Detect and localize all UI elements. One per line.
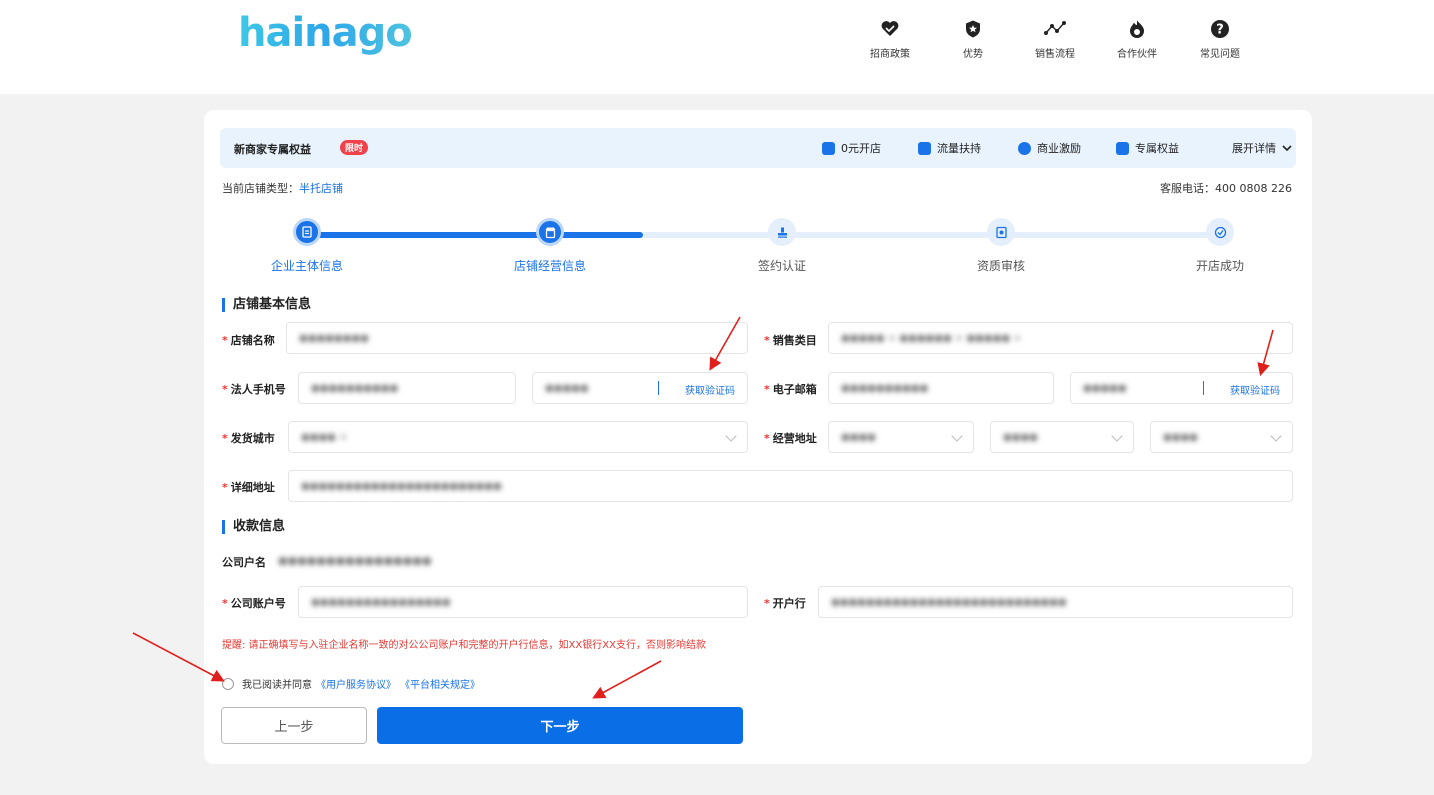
payment-tip: 提醒: 请正确填写与入驻企业名称一致的对公公司账户和完整的开户行信息，如XX银行… [222,640,706,651]
district-select[interactable]: ●●●● [1150,421,1293,453]
question-icon: ? [1209,18,1231,40]
user-agreement-link[interactable]: 《用户服务协议》 [316,676,396,691]
step-store-success: 开店成功 [1150,218,1290,274]
document-icon [302,226,312,238]
section-title-store-info: 店铺基本信息 [222,298,311,312]
benefit-bar: 新商家专属权益 限时 0元开店 流量扶持 商业激励 专属权益 展开详情 [220,128,1296,168]
phone-code-input[interactable]: ●●●●● 获取验证码 [532,372,748,404]
chevron-down-icon [725,430,737,442]
nav-item-advantage[interactable]: 优势 [938,18,1008,60]
platform-rules-link[interactable]: 《平台相关规定》 [400,676,480,691]
nav-label: 招商政策 [870,49,910,60]
ship-city-label: * 发货城市 [222,432,275,445]
get-phone-code-button[interactable]: 获取验证码 [685,382,735,397]
svg-text:?: ? [1216,23,1224,38]
expand-details-button[interactable]: 展开详情 [1232,140,1293,156]
step-circle [536,218,564,246]
legal-phone-label: * 法人手机号 [222,383,286,396]
next-step-button[interactable]: 下一步 [377,707,743,744]
step-entity-info: 企业主体信息 [237,218,377,274]
gift-icon [1116,141,1129,155]
business-address-label: * 经营地址 [764,432,817,445]
flame-icon [1126,18,1148,40]
email-input[interactable]: ●●●●●●●●●● [828,372,1054,404]
sales-category-label: * 销售类目 [764,334,817,347]
company-name-label: 公司户名 [222,556,266,569]
nav-label: 常见问题 [1200,49,1240,60]
legal-phone-input[interactable]: ●●●●●●●●●● [298,372,516,404]
prev-step-button[interactable]: 上一步 [221,707,367,744]
store-type: 当前店铺类型：半托店铺 [222,182,343,195]
detail-address-label: * 详细地址 [222,481,275,494]
step-circle [768,218,796,246]
store-type-value[interactable]: 半托店铺 [299,182,343,195]
chevron-down-icon [1270,430,1282,442]
store-icon [822,141,835,155]
chevron-down-icon [1111,430,1123,442]
ship-city-select[interactable]: ●●●● × [288,421,748,453]
badge-icon [1018,141,1031,155]
divider [658,381,659,395]
step-qualification-review: 资质审核 [931,218,1071,274]
step-store-info: 店铺经营信息 [480,218,620,274]
nav-item-sales-flow[interactable]: 销售流程 [1020,18,1090,60]
chevron-down-icon [951,430,963,442]
section-title-payment-info: 收款信息 [222,520,285,534]
check-circle-icon [1214,226,1226,238]
sales-category-select[interactable]: ●●●●● × ●●●●●● × ●●●●● × [828,322,1293,354]
step-circle [1206,218,1234,246]
check-square-icon [918,141,931,155]
step-circle [293,218,321,246]
email-label: * 电子邮箱 [764,383,817,396]
chevron-down-icon [1282,145,1292,152]
nav-item-partners[interactable]: 合作伙伴 [1102,18,1172,60]
get-email-code-button[interactable]: 获取验证码 [1230,382,1280,397]
benefit-item-exclusive: 专属权益 [1116,140,1179,156]
divider [1203,381,1204,395]
city-select[interactable]: ●●●● [990,421,1134,453]
benefit-title: 新商家专属权益 [234,143,311,156]
step-sign-verify: 签约认证 [712,218,852,274]
company-account-input[interactable]: ●●●●●●●●●●●●●●●● [298,586,748,618]
detail-address-input[interactable]: ●●●●●●●●●●●●●●●●●●●●●●● [288,470,1293,502]
nav-label: 优势 [963,49,983,60]
bank-label: * 开户行 [764,597,806,610]
company-account-label: * 公司账户号 [222,597,286,610]
limited-tag: 限时 [340,140,369,155]
benefit-item-traffic: 流量扶持 [918,140,981,156]
onboarding-card: 新商家专属权益 限时 0元开店 流量扶持 商业激励 专属权益 展开详情 当前店铺… [204,110,1312,764]
service-phone: 客服电话：400 0808 226 [1160,182,1292,195]
nav-item-faq[interactable]: ? 常见问题 [1185,18,1255,60]
nav-item-policy[interactable]: 招商政策 [855,18,925,60]
store-name-label: * 店铺名称 [222,334,275,347]
province-select[interactable]: ●●●● [828,421,974,453]
store-icon [545,227,555,238]
benefit-item-incentive: 商业激励 [1018,140,1081,156]
review-icon [995,226,1007,238]
email-code-input[interactable]: ●●●●● 获取验证码 [1070,372,1293,404]
heart-handshake-icon [879,18,901,40]
step-circle [987,218,1015,246]
bank-input[interactable]: ●●●●●●●●●●●●●●●●●●●●●●●●●●● [818,586,1293,618]
hainago-logo[interactable]: hainago [238,10,413,56]
agreement-radio[interactable] [222,677,234,690]
agreement-row: 我已阅读并同意 《用户服务协议》 《平台相关规定》 [222,676,480,691]
store-name-input[interactable]: ●●●●●●●● [286,322,748,354]
nav-label: 销售流程 [1035,49,1075,60]
top-header: hainago 招商政策 优势 销售流程 合作伙伴 ? 常见问题 [0,0,1434,94]
flow-line-icon [1044,18,1066,40]
stamp-icon [777,227,787,238]
nav-label: 合作伙伴 [1117,49,1157,60]
benefit-item-free-store: 0元开店 [822,140,881,156]
shield-star-icon [962,18,984,40]
company-name-value: ●●●●●●●●●●●●●●●● [278,554,432,567]
